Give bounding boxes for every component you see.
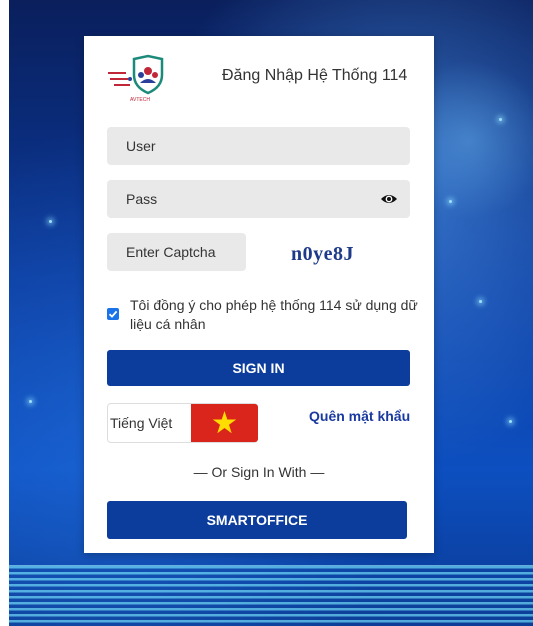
- captcha-placeholder: Enter Captcha: [126, 244, 216, 260]
- sparkle-dot: [509, 420, 512, 423]
- vietnam-flag-icon: [191, 404, 258, 442]
- consent-label: Tôi đồng ý cho phép hệ thống 114 sử dụng…: [130, 297, 418, 332]
- captcha-code: n0ye8J: [291, 243, 354, 265]
- consent-checkbox[interactable]: [107, 308, 119, 320]
- logo-text: AVTECH: [130, 97, 150, 103]
- page-title: Đăng Nhập Hệ Thống 114: [222, 67, 408, 84]
- logo-icon: AVTECH: [108, 54, 164, 103]
- forgot-password-link[interactable]: Quên mật khẩu: [309, 408, 410, 424]
- wave-decoration: [9, 565, 533, 626]
- password-placeholder: Pass: [126, 191, 158, 207]
- username-input[interactable]: User: [107, 127, 410, 165]
- smartoffice-button[interactable]: SMARTOFFICE: [107, 501, 407, 539]
- sparkle-dot: [29, 400, 32, 403]
- checkbox-icon: [108, 310, 118, 318]
- eye-icon[interactable]: [380, 191, 398, 207]
- sparkle-dot: [499, 118, 502, 121]
- sparkle-dot: [449, 200, 452, 203]
- captcha-input[interactable]: Enter Captcha: [107, 233, 246, 271]
- alt-signin-divider: — Or Sign In With —: [193, 464, 325, 480]
- flag-star: [212, 411, 237, 434]
- language-label: Tiếng Việt: [110, 415, 173, 431]
- password-input[interactable]: Pass: [107, 180, 410, 218]
- sparkle-dot: [479, 300, 482, 303]
- signin-button[interactable]: SIGN IN: [107, 350, 410, 386]
- username-placeholder: User: [126, 138, 156, 154]
- language-selector[interactable]: Tiếng Việt: [107, 403, 258, 443]
- sparkle-dot: [49, 220, 52, 223]
- login-card: AVTECH Đăng Nhập Hệ Thống 114 User Pass …: [84, 36, 434, 553]
